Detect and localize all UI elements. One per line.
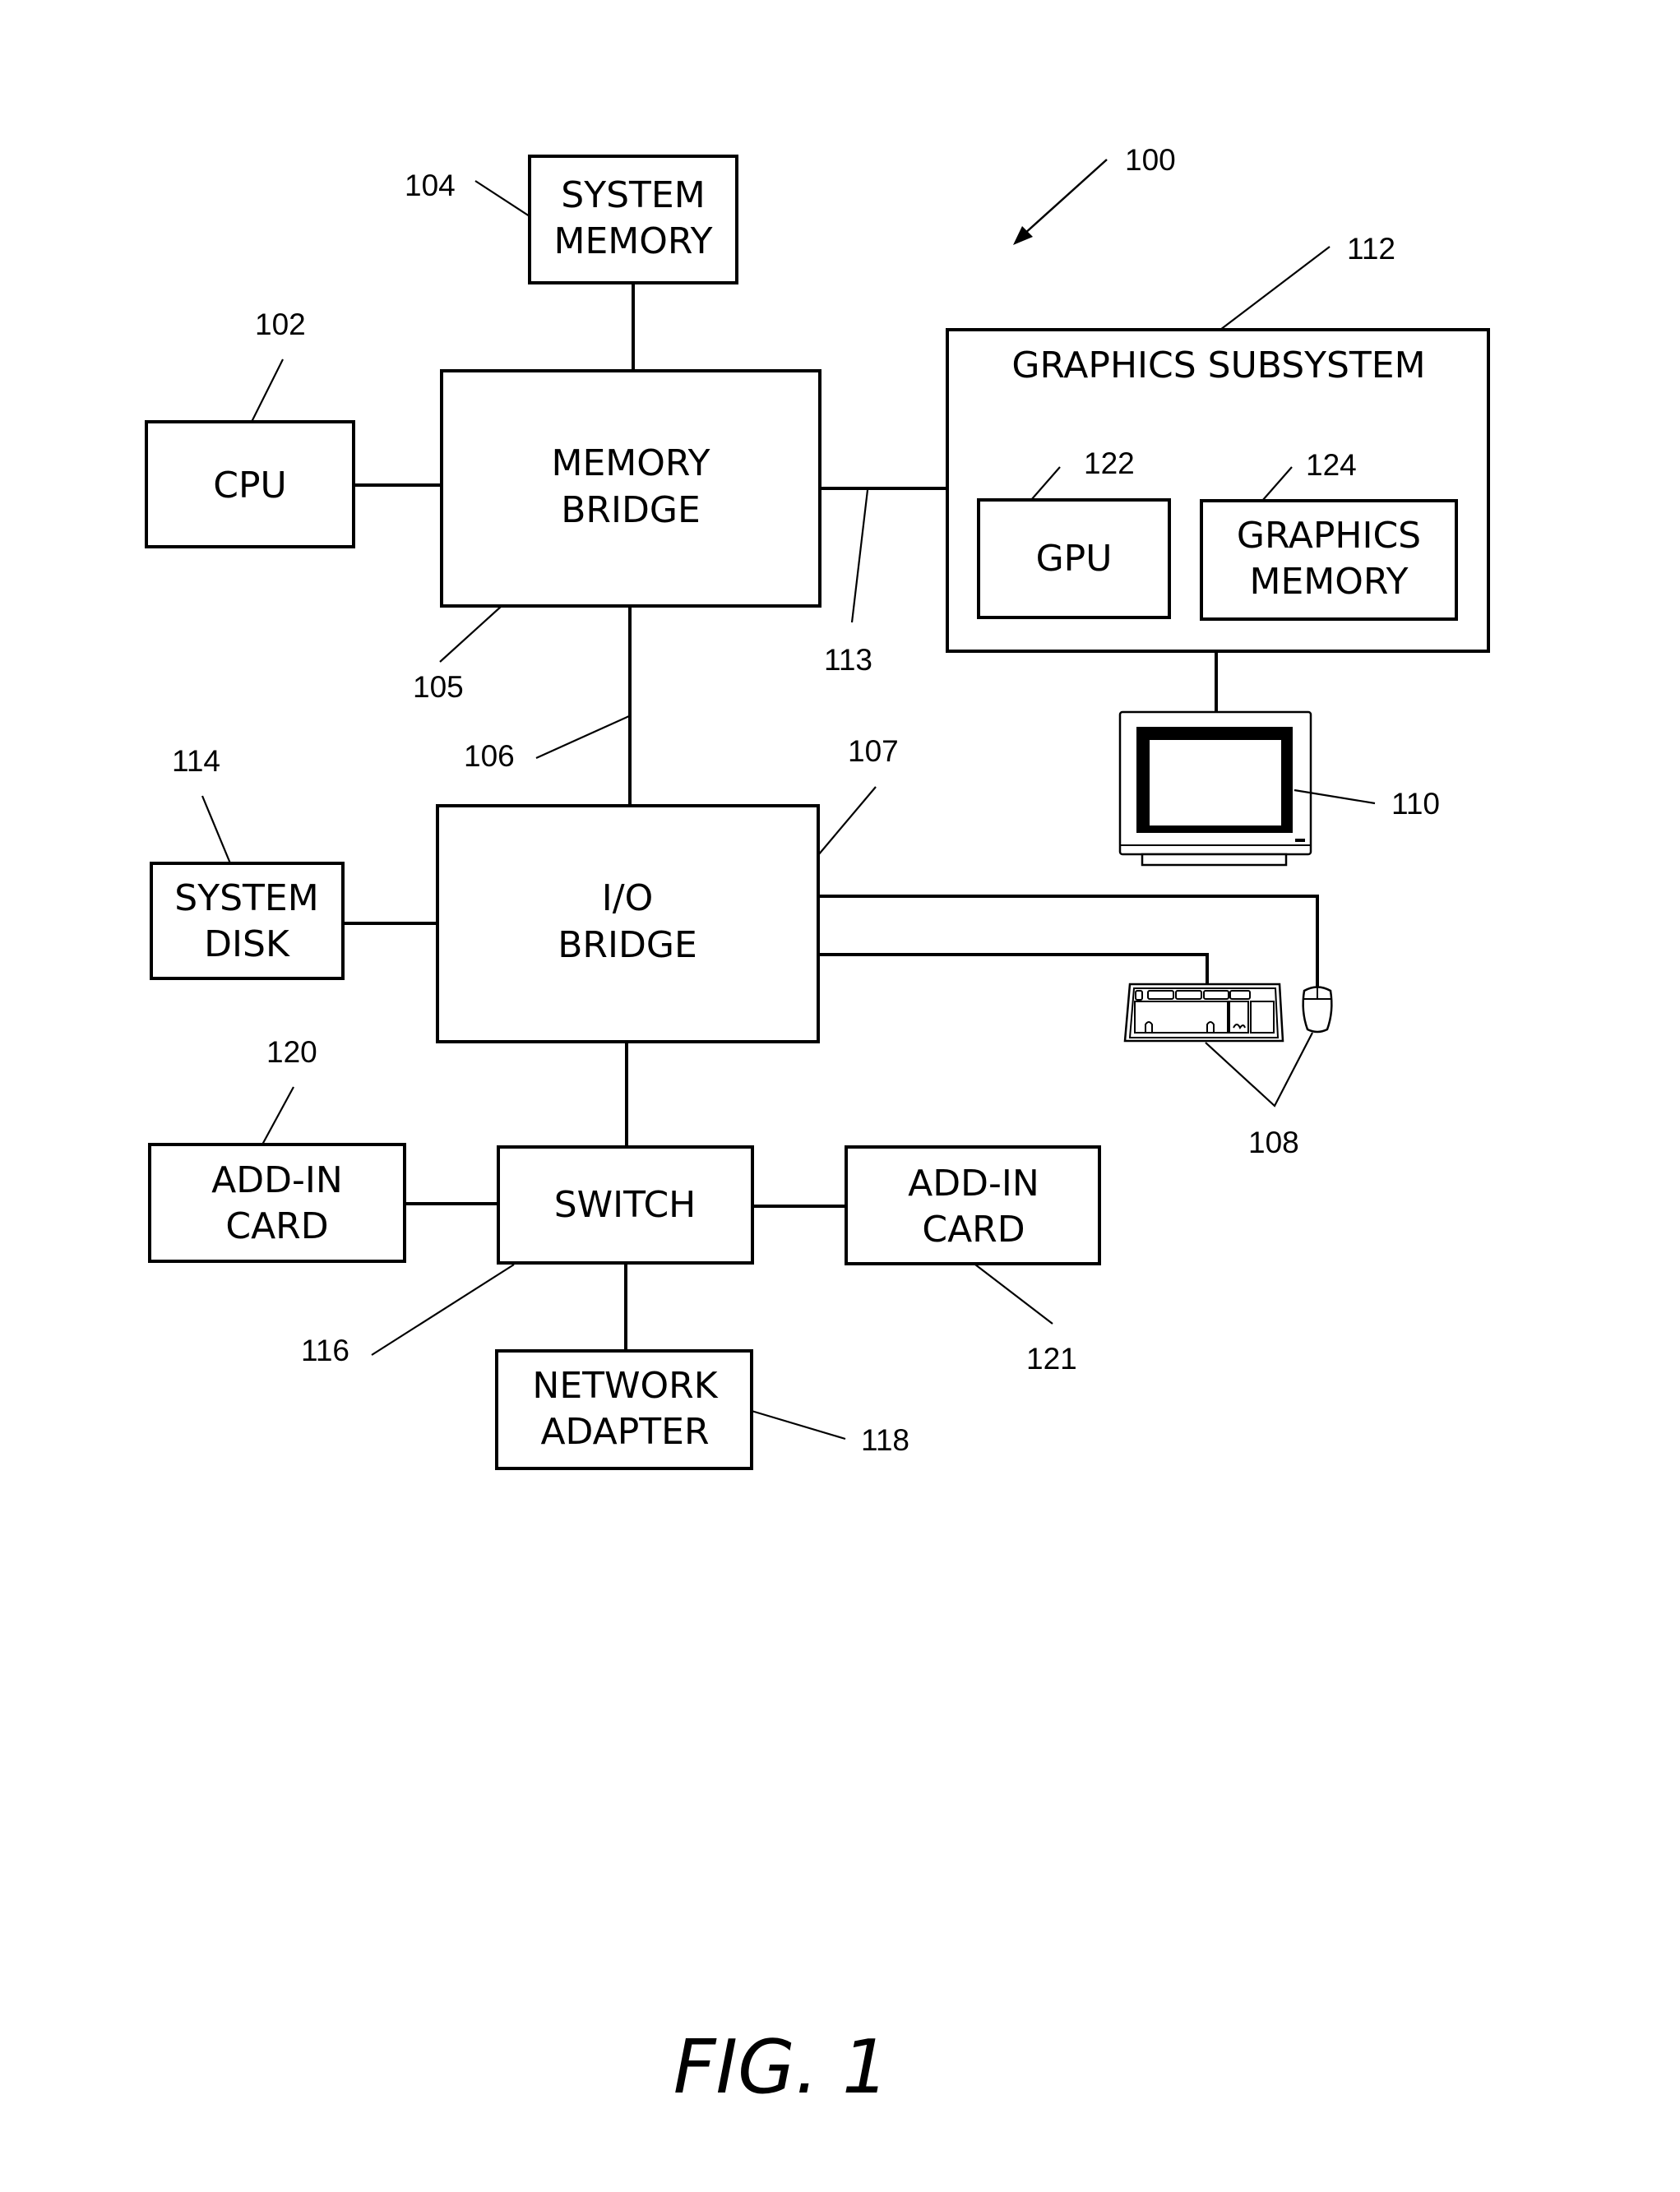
memory-bridge-label-line2: BRIDGE — [561, 489, 701, 531]
ref-114: 114 — [172, 744, 220, 778]
ref-105: 105 — [413, 670, 464, 704]
cpu-block: CPU — [145, 420, 355, 548]
ref-124: 124 — [1306, 448, 1357, 482]
ref-113: 113 — [824, 643, 872, 677]
system-arrow-icon — [1013, 159, 1108, 245]
system-disk-label-line1: SYSTEM — [174, 877, 318, 919]
leader-114 — [201, 795, 232, 864]
ref-116: 116 — [301, 1334, 349, 1367]
add-in-card-right-label-line1: ADD-IN — [908, 1163, 1039, 1205]
ref-120: 120 — [266, 1035, 317, 1069]
ref-121: 121 — [1026, 1342, 1077, 1376]
ref-110: 110 — [1391, 787, 1440, 821]
leader-121 — [974, 1264, 1053, 1325]
block-diagram: SYSTEM MEMORY CPU MEMORY BRIDGE GRAPHICS… — [145, 143, 1490, 2111]
leader-113 — [850, 489, 869, 623]
add-in-card-right-label-line2: CARD — [922, 1209, 1025, 1251]
add-in-card-left-label-line2: CARD — [225, 1205, 328, 1247]
ref-102: 102 — [255, 308, 306, 341]
monitor-icon — [1118, 710, 1312, 867]
leader-105 — [439, 605, 502, 663]
leader-106 — [535, 714, 630, 760]
leader-104 — [474, 180, 530, 217]
system-memory-block: SYSTEM MEMORY — [528, 155, 738, 284]
switch-block: SWITCH — [497, 1145, 754, 1265]
leader-118 — [751, 1409, 846, 1441]
ref-108: 108 — [1248, 1126, 1299, 1159]
gpu-block: GPU — [977, 498, 1171, 619]
ref-107: 107 — [848, 734, 899, 768]
wire-io-keyboard — [818, 953, 1209, 984]
mouse-icon — [1302, 986, 1333, 1034]
figure-caption: FIG. 1 — [673, 2024, 890, 2111]
leader-108 — [1205, 1032, 1313, 1108]
io-bridge-label-line1: I/O — [602, 877, 653, 919]
ref-104: 104 — [405, 169, 456, 202]
graphics-memory-label-line2: MEMORY — [1250, 561, 1409, 603]
ref-118: 118 — [861, 1423, 909, 1457]
io-bridge-block: I/O BRIDGE — [436, 804, 820, 1043]
ref-106: 106 — [464, 739, 515, 773]
memory-bridge-label-line1: MEMORY — [552, 442, 710, 484]
ref-100: 100 — [1125, 143, 1176, 177]
graphics-memory-block: GRAPHICS MEMORY — [1200, 499, 1458, 621]
cpu-label: CPU — [213, 465, 286, 506]
keyboard-icon — [1123, 983, 1284, 1043]
io-bridge-label-line2: BRIDGE — [558, 924, 697, 966]
gpu-label: GPU — [1036, 538, 1113, 580]
switch-label: SWITCH — [554, 1184, 697, 1226]
system-memory-label-line1: SYSTEM — [561, 174, 705, 216]
ref-122: 122 — [1084, 446, 1135, 480]
memory-bridge-block: MEMORY BRIDGE — [440, 369, 821, 608]
leader-107 — [817, 786, 877, 856]
leader-112 — [1220, 246, 1331, 331]
add-in-card-left-block: ADD-IN CARD — [148, 1143, 406, 1263]
network-adapter-block: NETWORK ADAPTER — [495, 1349, 753, 1470]
leader-102 — [251, 358, 284, 423]
graphics-memory-label-line1: GRAPHICS — [1237, 515, 1421, 557]
wire-io-mouse — [818, 895, 1319, 987]
graphics-subsystem-label: GRAPHICS SUBSYSTEM — [1011, 345, 1425, 386]
network-adapter-label-line2: ADAPTER — [540, 1411, 709, 1453]
ref-112: 112 — [1347, 232, 1395, 266]
system-disk-block: SYSTEM DISK — [150, 862, 345, 980]
system-disk-label-line2: DISK — [204, 923, 290, 965]
add-in-card-right-block: ADD-IN CARD — [845, 1145, 1101, 1265]
leader-116 — [371, 1264, 515, 1356]
add-in-card-left-label-line1: ADD-IN — [211, 1159, 343, 1201]
system-memory-label-line2: MEMORY — [554, 220, 713, 262]
network-adapter-label-line1: NETWORK — [532, 1365, 718, 1407]
leader-120 — [261, 1086, 294, 1145]
